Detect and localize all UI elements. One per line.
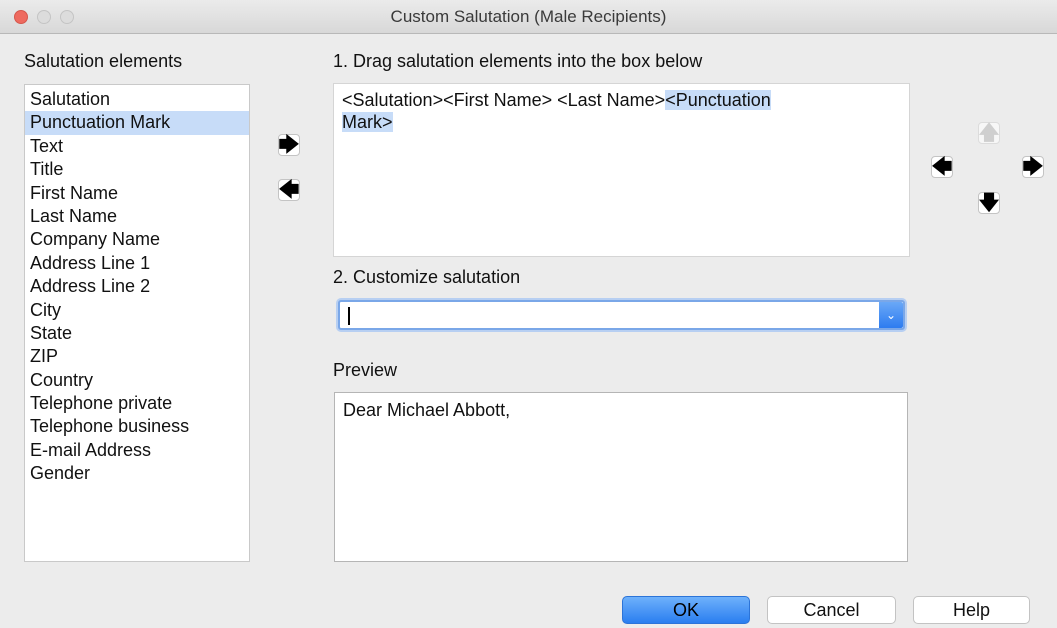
salutation-elements-label: Salutation elements — [24, 51, 183, 71]
right-arrow-icon: 🡆 — [278, 134, 300, 156]
list-item[interactable]: State — [25, 322, 249, 345]
list-item[interactable]: City — [25, 299, 249, 322]
window-title: Custom Salutation (Male Recipients) — [390, 7, 667, 26]
list-item[interactable]: Address Line 1 — [25, 252, 249, 275]
left-arrow-icon: 🡄 — [931, 156, 953, 178]
move-down-button[interactable]: 🡇 — [978, 192, 1000, 214]
drag-elements-label: 1. Drag salutation elements into the box… — [333, 51, 703, 71]
list-item[interactable]: Telephone business — [25, 415, 249, 438]
list-item[interactable]: Address Line 2 — [25, 275, 249, 298]
move-up-button[interactable]: 🡅 — [978, 122, 1000, 144]
customize-salutation-combobox[interactable]: ⌄ — [338, 300, 905, 330]
preview-text: Dear Michael Abbott, — [343, 400, 511, 420]
list-item[interactable]: Country — [25, 369, 249, 392]
list-item[interactable]: Text — [25, 135, 249, 158]
list-item[interactable]: Salutation — [25, 88, 249, 111]
salutation-elements-list[interactable]: Salutation Punctuation Mark Text Title First… — [24, 84, 250, 562]
right-arrow-icon: 🡆 — [1022, 156, 1044, 178]
selected-field-text-continued: Mark> — [342, 112, 393, 132]
help-button[interactable]: Help — [913, 596, 1030, 624]
down-arrow-icon: 🡇 — [978, 192, 1000, 214]
move-right-button[interactable]: 🡆 — [1022, 156, 1044, 178]
list-item[interactable]: Last Name — [25, 205, 249, 228]
list-item[interactable]: Punctuation Mark — [25, 111, 249, 135]
selected-field-text: <Punctuation — [665, 90, 771, 110]
remove-element-button[interactable]: 🡄 — [278, 179, 300, 201]
chevron-down-icon[interactable]: ⌄ — [879, 302, 903, 328]
salutation-drop-box[interactable]: <Salutation><First Name> <Last Name><Pun… — [333, 83, 910, 257]
title-bar: Custom Salutation (Male Recipients) — [0, 0, 1057, 34]
salutation-fields-text: <Salutation><First Name> <Last Name> — [342, 90, 666, 110]
list-item[interactable]: Title — [25, 158, 249, 181]
list-item[interactable]: ZIP — [25, 345, 249, 368]
preview-label: Preview — [333, 360, 398, 380]
list-item[interactable]: Telephone private — [25, 392, 249, 415]
list-item[interactable]: First Name — [25, 182, 249, 205]
text-cursor — [348, 307, 350, 325]
list-item[interactable]: Gender — [25, 462, 249, 485]
customize-salutation-label: 2. Customize salutation — [333, 267, 521, 287]
add-element-button[interactable]: 🡆 — [278, 134, 300, 156]
cancel-button[interactable]: Cancel — [767, 596, 896, 624]
left-arrow-icon: 🡄 — [278, 179, 300, 201]
ok-button[interactable]: OK — [622, 596, 750, 624]
list-item[interactable]: E-mail Address — [25, 439, 249, 462]
up-arrow-icon: 🡅 — [978, 122, 1000, 144]
preview-box: Dear Michael Abbott, — [334, 392, 908, 562]
move-left-button[interactable]: 🡄 — [931, 156, 953, 178]
list-item[interactable]: Company Name — [25, 228, 249, 251]
